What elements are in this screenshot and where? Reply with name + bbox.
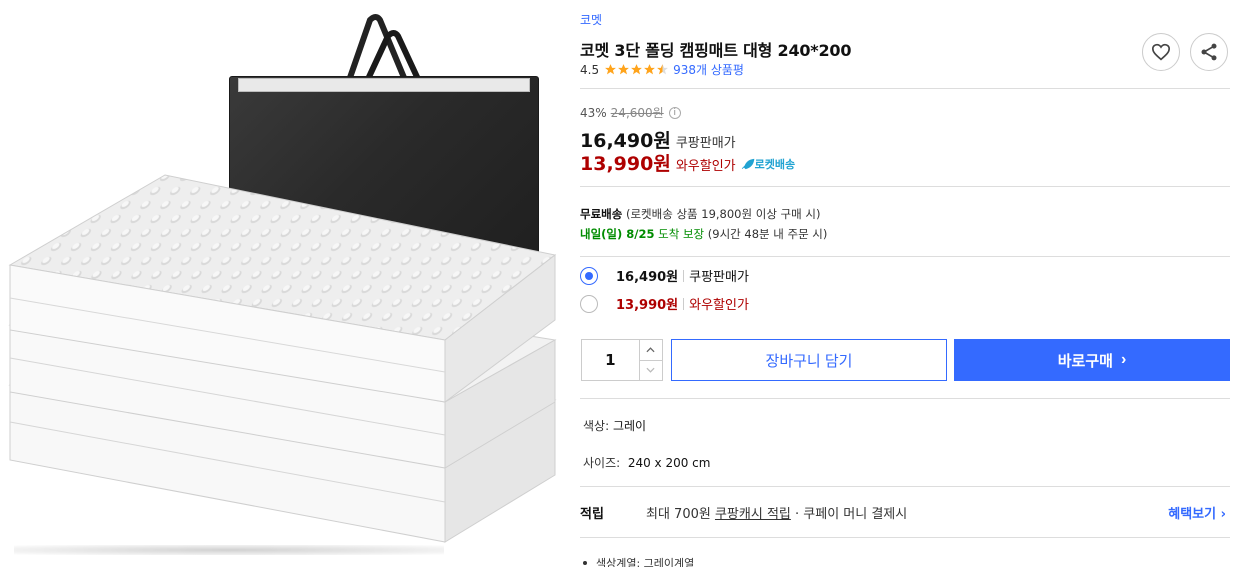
separator	[683, 269, 685, 282]
option-label: 쿠팡판매가	[689, 270, 749, 285]
radio-unselected[interactable]	[580, 294, 598, 313]
product-title: 코멧 3단 폴딩 캠핑매트 대형 240*200	[580, 41, 852, 60]
decrease-button[interactable]	[640, 361, 662, 381]
star-icon	[631, 64, 643, 75]
color-value: 그레이	[612, 419, 647, 433]
size-label: 사이즈:	[583, 456, 621, 470]
option-price: 16,490원	[616, 270, 679, 285]
buy-now-label: 바로구매	[1057, 352, 1113, 370]
arrival-guarantee: 도착 보장	[654, 227, 705, 241]
wow-price-row: 13,990원 와우할인가 로켓배송	[580, 149, 795, 176]
reward-points-row: 적립 최대 700원 쿠팡캐시 적립 · 쿠페이 머니 결제시 혜택보기 ›	[580, 503, 1230, 522]
color-attribute: 색상: 그레이	[583, 417, 646, 434]
quantity-stepper[interactable]: 1	[581, 339, 663, 381]
heart-icon	[1151, 43, 1171, 61]
discount-rate: 43%	[580, 105, 607, 120]
points-condition: · 쿠페이 머니 결제시	[790, 507, 908, 522]
divider	[580, 256, 1230, 257]
points-amount: 최대 700원	[646, 507, 715, 522]
points-description: 최대 700원 쿠팡캐시 적립 · 쿠페이 머니 결제시	[646, 503, 907, 522]
chevron-right-icon: ›	[1120, 351, 1127, 368]
buy-now-button[interactable]: 바로구매 ›	[954, 339, 1230, 381]
rating-value: 4.5	[580, 62, 600, 77]
detail-item: 색상계열: 그레이계열	[583, 555, 694, 567]
option-label: 와우할인가	[689, 298, 749, 313]
increase-button[interactable]	[639, 340, 662, 361]
chevron-up-icon	[646, 347, 655, 352]
free-shipping-label: 무료배송	[580, 207, 623, 221]
divider	[580, 537, 1230, 538]
bullet-dot	[583, 561, 587, 565]
star-icon	[618, 64, 630, 75]
original-price: 24,600원	[610, 106, 664, 120]
review-count-link[interactable]: 938개 상품평	[673, 61, 744, 78]
share-icon	[1201, 43, 1217, 61]
shipping-info: 무료배송 (로켓배송 상품 19,800원 이상 구매 시)	[580, 206, 820, 222]
share-button[interactable]	[1190, 33, 1228, 71]
rocket-icon	[741, 158, 754, 170]
coupang-cash-link[interactable]: 쿠팡캐시 적립	[715, 507, 791, 522]
wow-price: 13,990원	[580, 153, 671, 175]
option-wow-price[interactable]: 13,990원 와우할인가	[580, 294, 749, 313]
wishlist-button[interactable]	[1142, 33, 1180, 71]
star-rating	[604, 63, 669, 76]
rocket-delivery-badge: 로켓배송	[741, 156, 795, 172]
wow-price-label: 와우할인가	[675, 159, 736, 174]
star-icon	[605, 64, 617, 75]
info-icon[interactable]: i	[668, 106, 681, 119]
rating-row: 4.5 938개 상품평	[580, 61, 744, 78]
color-label: 색상:	[583, 419, 610, 433]
points-title: 적립	[580, 507, 604, 522]
option-price: 13,990원	[616, 298, 679, 313]
arrival-info: 내일(일) 8/25 도착 보장 (9시간 48분 내 주문 시)	[580, 226, 827, 242]
chevron-down-icon	[646, 368, 655, 373]
color-series: 색상계열: 그레이계열	[596, 557, 695, 567]
bag-opening	[238, 78, 530, 92]
option-coupang-price[interactable]: 16,490원 쿠팡판매가	[580, 266, 749, 285]
size-value: 240 x 200 cm	[627, 456, 711, 470]
separator	[683, 297, 685, 310]
add-to-cart-button[interactable]: 장바구니 담기	[671, 339, 947, 381]
half-star-icon	[657, 64, 669, 75]
mattress-shadow	[14, 545, 444, 555]
star-icon	[644, 64, 656, 75]
discount-row: 43% 24,600원 i	[580, 104, 681, 121]
order-cutoff: (9시간 48분 내 주문 시)	[704, 227, 828, 241]
radio-selected[interactable]	[580, 266, 598, 285]
free-shipping-condition: (로켓배송 상품 19,800원 이상 구매 시)	[622, 207, 821, 221]
brand-link[interactable]: 코멧	[580, 11, 602, 28]
size-attribute: 사이즈: 240 x 200 cm	[583, 454, 710, 471]
divider	[580, 88, 1230, 89]
divider	[580, 486, 1230, 487]
arrival-date: 내일(일) 8/25	[580, 227, 655, 241]
folded-mattress	[8, 174, 557, 543]
benefits-link[interactable]: 혜택보기 ›	[1168, 503, 1226, 522]
product-info-panel: 코멧 코멧 3단 폴딩 캠핑매트 대형 240*200 4.5 938개 상품평	[580, 0, 1230, 567]
product-image[interactable]	[0, 0, 560, 567]
divider	[580, 186, 1230, 187]
quantity-input[interactable]: 1	[582, 340, 639, 380]
rocket-label: 로켓배송	[754, 158, 796, 171]
divider	[580, 398, 1230, 399]
